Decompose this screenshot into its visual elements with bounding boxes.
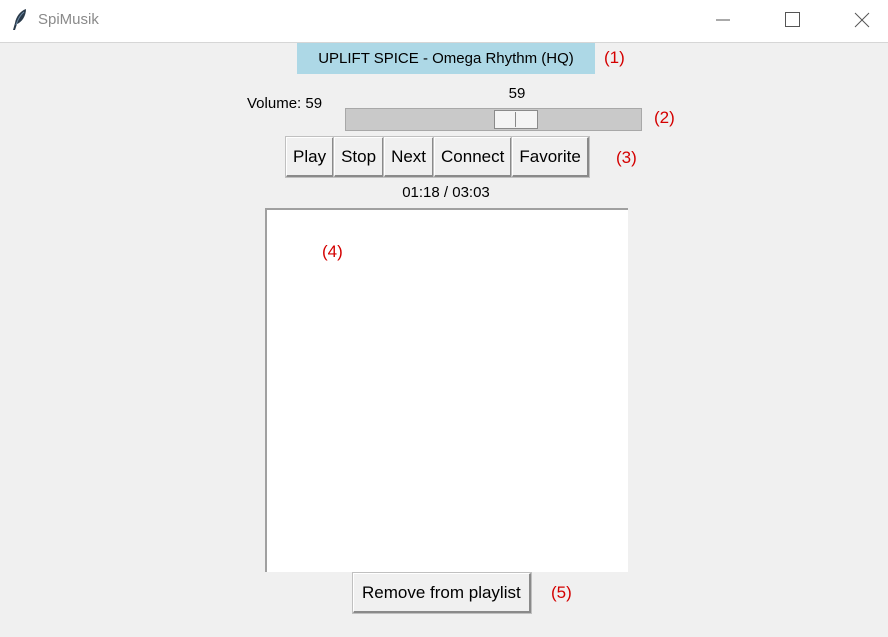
title-bar: SpiMusik [0, 0, 888, 43]
control-button-row: Play Stop Next Connect Favorite [284, 136, 590, 178]
favorite-button[interactable]: Favorite [511, 136, 590, 178]
stop-button[interactable]: Stop [333, 136, 386, 178]
annotation-4: (4) [322, 242, 343, 261]
volume-slider-handle[interactable] [494, 110, 538, 129]
annotation-1: (1) [604, 48, 625, 67]
volume-slider[interactable] [345, 108, 642, 131]
feather-icon [10, 8, 30, 32]
window-title: SpiMusik [38, 11, 99, 28]
volume-slider-value: 59 [508, 85, 526, 102]
next-button[interactable]: Next [383, 136, 436, 178]
now-playing-title: UPLIFT SPICE - Omega Rhythm (HQ) [297, 43, 595, 74]
slider-grip [515, 112, 516, 127]
annotation-2: (2) [654, 108, 675, 127]
playlist-listbox[interactable] [265, 208, 628, 572]
volume-label: Volume: 59 [247, 95, 323, 112]
play-button[interactable]: Play [284, 136, 336, 178]
maximize-icon[interactable] [772, 6, 812, 34]
annotation-3: (3) [616, 148, 637, 167]
annotation-5: (5) [551, 583, 572, 602]
minimize-icon[interactable] [702, 6, 742, 34]
playback-time: 01:18 / 03:03 [402, 184, 490, 201]
connect-button[interactable]: Connect [433, 136, 514, 178]
close-icon[interactable] [842, 6, 882, 34]
remove-from-playlist-button[interactable]: Remove from playlist [352, 572, 532, 614]
